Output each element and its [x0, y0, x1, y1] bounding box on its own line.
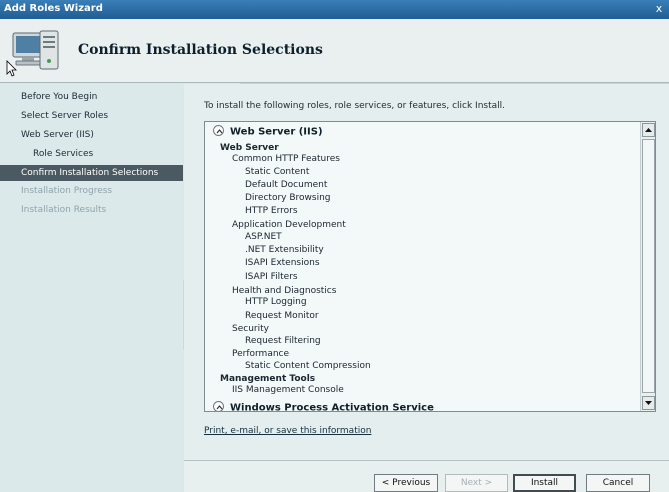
close-icon[interactable]: x [652, 2, 666, 16]
wizard-footer: < Previous Next > Install Cancel [184, 460, 669, 492]
tree-item: Security [232, 324, 269, 334]
tree-item: Web Server [220, 143, 279, 153]
tree-item: IIS Management Console [232, 385, 344, 395]
tree-item: ISAPI Filters [245, 272, 298, 282]
tree-item: .NET Extensibility [245, 245, 324, 255]
step-installation-results: Installation Results [21, 205, 107, 215]
tree-item: Common HTTP Features [232, 154, 340, 164]
tree-item: Management Tools [220, 374, 316, 384]
next-button: Next > [445, 474, 508, 492]
scroll-up-button[interactable] [642, 123, 655, 137]
collapse-icon[interactable] [213, 401, 224, 411]
tree-item: Health and Diagnostics [232, 286, 337, 296]
wizard-steps-sidebar: Before You Begin Select Server Roles Web… [0, 84, 183, 492]
scroll-down-button[interactable] [642, 396, 655, 410]
collapse-icon[interactable] [213, 125, 224, 136]
tree-item: Directory Browsing [245, 193, 331, 203]
tree-item: HTTP Logging [245, 297, 307, 307]
vertical-scrollbar[interactable] [640, 122, 655, 411]
scroll-thumb[interactable] [642, 139, 655, 393]
tree-item: Performance [232, 349, 290, 359]
tree-item: HTTP Errors [245, 206, 298, 216]
main-content: To install the following roles, role ser… [184, 84, 669, 460]
previous-button[interactable]: < Previous [374, 474, 438, 492]
selections-listbox[interactable]: Web Server (IIS) Web Server Common HTTP … [204, 121, 656, 412]
print-email-save-link[interactable]: Print, e-mail, or save this information [204, 426, 371, 436]
tree-item: Static Content Compression [245, 361, 371, 371]
selections-list: Web Server (IIS) Web Server Common HTTP … [205, 122, 641, 411]
step-installation-progress: Installation Progress [21, 186, 113, 196]
tree-item: Application Development [232, 220, 346, 230]
section-header-web-server: Web Server (IIS) [213, 125, 323, 138]
tree-item: Request Monitor [245, 311, 319, 321]
cancel-button[interactable]: Cancel [586, 474, 650, 492]
tree-item: Request Filtering [245, 336, 321, 346]
window-title: Add Roles Wizard [4, 3, 103, 14]
mouse-cursor-icon [6, 60, 17, 77]
page-title: Confirm Installation Selections [78, 42, 323, 58]
window-titlebar: Add Roles Wizard x [0, 0, 669, 19]
tree-item: ISAPI Extensions [245, 258, 320, 268]
step-before-you-begin[interactable]: Before You Begin [0, 89, 183, 105]
section-header-was: Windows Process Activation Service [213, 401, 434, 412]
section-title: Web Server (IIS) [230, 126, 323, 138]
next-section-title: Windows Process Activation Service [230, 402, 434, 412]
tree-item: Static Content [245, 167, 310, 177]
arrow-up-icon [645, 128, 652, 132]
intro-text: To install the following roles, role ser… [204, 101, 505, 111]
arrow-down-icon [645, 401, 652, 405]
install-button[interactable]: Install [513, 474, 576, 492]
tree-item: Default Document [245, 180, 328, 190]
step-web-server-iis[interactable]: Web Server (IIS) [0, 127, 183, 143]
tree-item: ASP.NET [245, 232, 282, 242]
step-confirm-installation-selections[interactable]: Confirm Installation Selections [0, 165, 183, 181]
step-select-server-roles[interactable]: Select Server Roles [0, 108, 183, 124]
wizard-header: Confirm Installation Selections [0, 19, 669, 83]
step-role-services[interactable]: Role Services [0, 146, 183, 162]
